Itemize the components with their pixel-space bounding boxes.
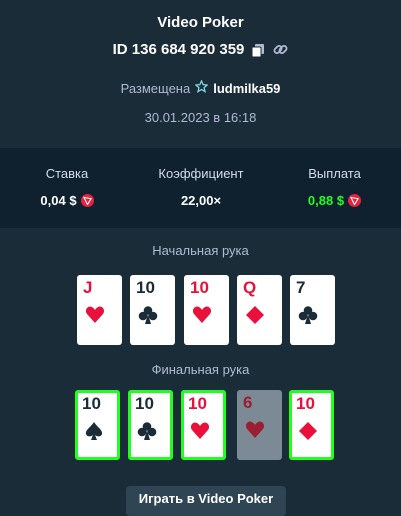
stat-bet-value: 0,04 $ [40,193,77,208]
card-rank: 10 [82,394,101,413]
final-card-5: 10 [289,390,334,460]
hearts-suit-icon [192,305,212,325]
stat-payout-value-row: 0,88 $ [268,193,401,208]
card-rank: 10 [190,278,209,297]
hearts-suit-icon [245,420,265,440]
card-rank: 10 [135,394,154,413]
card-rank: 10 [136,278,155,297]
clubs-suit-icon [138,305,158,325]
vip-star-icon [194,79,209,96]
stat-bet-label: Ставка [45,166,89,181]
hearts-suit-icon [190,421,210,441]
final-card-4: 6 [237,390,282,460]
final-card-3: 10 [181,390,226,460]
bet-id-row: ID 136 684 920 359 [0,41,401,58]
stat-multiplier: Коэффициент 22,00× [134,166,268,208]
stat-bet: Ставка 0,04 $ [0,166,134,208]
copy-icon[interactable] [250,42,266,58]
page-title: Video Poker [157,14,244,31]
card-rank: 10 [188,394,207,413]
placed-label: Размещена [120,80,191,96]
tron-coin-icon [348,194,362,207]
diamonds-suit-icon [298,421,318,441]
final-card-1: 10 [75,390,120,460]
stat-multiplier-value-row: 22,00× [134,193,268,208]
diamonds-suit-icon [245,305,265,325]
stat-payout-value: 0,88 $ [307,193,345,208]
stat-multiplier-label: Коэффициент [158,166,244,181]
card-rank: J [83,278,93,297]
card-rank: 7 [296,278,306,297]
initial-card-2: 10 [130,275,175,345]
stats-panel: Ставка 0,04 $ Коэффициент 22,00× Выплата… [0,148,401,228]
tron-coin-icon [80,194,94,207]
spades-suit-icon [84,421,104,441]
card-rank: 10 [296,394,315,413]
bet-id: ID 136 684 920 359 [112,41,245,58]
final-card-2: 10 [128,390,173,460]
clubs-suit-icon [298,305,318,325]
card-rank: Q [243,278,257,297]
placed-by-row: Размещена ludmilka59 [0,79,401,96]
initial-hand-label: Начальная рука [152,243,249,258]
clubs-suit-icon [137,421,157,441]
play-video-poker-button[interactable]: Играть в Video Poker [126,486,286,516]
final-hand-label: Финальная рука [151,362,250,377]
stat-multiplier-value: 22,00× [180,193,222,208]
initial-card-4: Q [237,275,282,345]
card-rank: 6 [243,393,253,412]
username-link[interactable]: ludmilka59 [213,81,280,96]
stat-bet-value-row: 0,04 $ [0,193,134,208]
stat-payout-label: Выплата [308,166,361,181]
stat-payout: Выплата 0,88 $ [268,166,401,208]
initial-card-3: 10 [184,275,229,345]
initial-card-5: 7 [290,275,335,345]
hearts-suit-icon [85,305,105,325]
link-icon[interactable] [272,42,288,58]
bet-datetime: 30.01.2023 в 16:18 [144,110,257,125]
initial-card-1: J [77,275,122,345]
